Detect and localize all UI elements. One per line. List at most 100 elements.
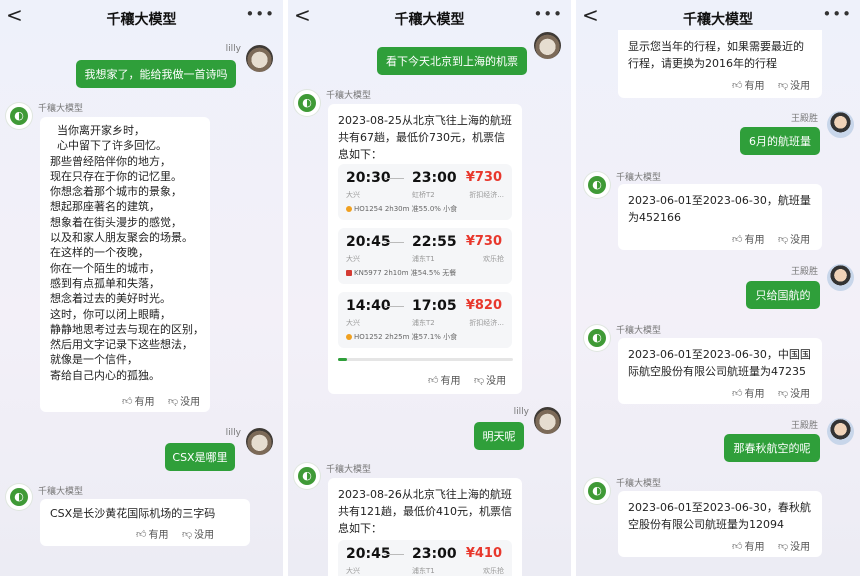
bot-name: 千穰大模型	[326, 465, 372, 475]
bot-message: CSX是长沙黄花国际机场的三字码 👍︎ 有用 👎︎ 没用	[40, 499, 250, 546]
airline-logo-icon	[346, 270, 352, 276]
bot-name: 千穰大模型	[616, 479, 662, 489]
arrival-time: 22:55	[412, 234, 457, 250]
poem-text: 当你离开家乡时， 心中留下了许多回忆。 那些曾经陪伴你的地方， 现在只存在于你的…	[50, 124, 204, 382]
thumb-up-icon: 👍︎	[732, 233, 743, 245]
bot-avatar: ◐	[6, 484, 32, 510]
chat-panel-3: < 千穰大模型 ••• 显示您当年的行程，如果需要最近的行程，请更换为2016年…	[576, 0, 860, 576]
useless-button[interactable]: 👎︎ 没用	[474, 372, 506, 388]
bot-message: 显示您当年的行程，如果需要最近的行程，请更换为2016年的行程 👍︎ 有用 👎︎ 没…	[618, 30, 822, 98]
flight-card[interactable]: 20:45 23:00 大兴 浦东T1 ¥410 欢乐抢	[338, 540, 512, 576]
useful-button[interactable]: 👍︎ 有用	[732, 231, 764, 247]
flight-card[interactable]: 20:45 22:55 大兴 浦东T1 ¥730 欢乐抢 KN5977 2h10…	[338, 228, 512, 284]
useful-button[interactable]: 👍︎ 有用	[732, 385, 764, 401]
useful-button[interactable]: 👍︎ 有用	[428, 372, 460, 388]
page-title: 千穰大模型	[106, 12, 177, 28]
thumb-up-icon: 👍︎	[136, 528, 147, 540]
flight-info: HO1254 2h30m 准55.0% 小食	[346, 204, 457, 214]
arrival-time: 17:05	[412, 298, 457, 314]
chat-panel-1: < 千穰大模型 ••• lilly 我想家了，能给我做一首诗吗 ◐ 千穰大模型 …	[0, 0, 283, 576]
user-avatar	[246, 45, 273, 72]
message-text: 显示您当年的行程，如果需要最近的行程，请更换为2016年的行程	[628, 40, 804, 70]
thumb-down-icon: 👎︎	[778, 79, 789, 91]
useless-button[interactable]: 👎︎ 没用	[778, 538, 810, 554]
price: ¥410	[465, 546, 502, 561]
bot-avatar: ◐	[584, 172, 610, 198]
user-name: 王殿胜	[790, 421, 818, 431]
leaf-logo-icon: ◐	[10, 488, 28, 506]
bot-message: 2023-08-25从北京飞往上海的航班共有67趟，最低价730元，机票信息如下…	[328, 104, 522, 394]
user-name: lilly	[225, 428, 241, 438]
user-name: 王殿胜	[790, 114, 818, 124]
arrival-time: 23:00	[412, 170, 457, 186]
useful-button[interactable]: 👍︎ 有用	[732, 77, 764, 93]
bot-message: 2023-08-26从北京飞往上海的航班共有121趟，最低价410元，机票信息如…	[328, 478, 522, 576]
arrival-airport: 浦东T1	[412, 567, 435, 575]
top-bar: < 千穰大模型 •••	[576, 0, 860, 34]
user-avatar	[827, 418, 854, 445]
thumb-down-icon: 👎︎	[778, 233, 789, 245]
user-name: lilly	[225, 44, 241, 54]
leaf-logo-icon: ◐	[298, 467, 316, 485]
useless-button[interactable]: 👎︎ 没用	[778, 77, 810, 93]
flight-card[interactable]: 20:30 23:00 大兴 虹桥T2 ¥730 折扣经济... HO1254 …	[338, 164, 512, 220]
message-text: 2023-06-01至2023-06-30，春秋航空股份有限公司航班量为1209…	[628, 501, 811, 531]
route-line	[384, 554, 404, 555]
flight-card[interactable]: 14:40 17:05 大兴 浦东T2 ¥820 折扣经济... HO1252 …	[338, 292, 512, 348]
thumb-down-icon: 👎︎	[778, 387, 789, 399]
fare-type: 折扣经济...	[469, 319, 504, 327]
bot-message: 当你离开家乡时， 心中留下了许多回忆。 那些曾经陪伴你的地方， 现在只存在于你的…	[40, 117, 210, 412]
top-bar: < 千穰大模型 •••	[288, 0, 571, 34]
more-icon[interactable]: •••	[533, 5, 563, 23]
top-bar: < 千穰大模型 •••	[0, 0, 283, 34]
message-text: 2023-08-26从北京飞往上海的航班共有121趟，最低价410元，机票信息如…	[338, 488, 512, 535]
thumb-down-icon: 👎︎	[182, 528, 193, 540]
fare-type: 折扣经济...	[469, 191, 504, 199]
thumb-up-icon: 👍︎	[428, 374, 439, 386]
useless-button[interactable]: 👎︎ 没用	[182, 526, 214, 542]
thumb-down-icon: 👎︎	[778, 540, 789, 552]
departure-airport: 大兴	[346, 319, 360, 327]
bot-avatar: ◐	[584, 478, 610, 504]
flight-info: HO1252 2h25m 准57.1% 小食	[346, 332, 457, 342]
leaf-logo-icon: ◐	[588, 482, 606, 500]
airline-logo-icon	[346, 206, 352, 212]
user-message: 我想家了，能给我做一首诗吗	[76, 60, 236, 88]
user-name: 王殿胜	[790, 267, 818, 277]
airline-logo-icon	[346, 334, 352, 340]
departure-airport: 大兴	[346, 191, 360, 199]
fare-type: 欢乐抢	[483, 255, 504, 263]
user-name: lilly	[513, 407, 529, 417]
bot-name: 千穰大模型	[38, 487, 84, 497]
more-icon[interactable]: •••	[822, 5, 852, 23]
bot-name: 千穰大模型	[326, 91, 372, 101]
flight-info: KN5977 2h10m 准54.5% 无餐	[346, 268, 456, 278]
useful-button[interactable]: 👍︎ 有用	[136, 526, 168, 542]
useless-button[interactable]: 👎︎ 没用	[168, 393, 200, 409]
useful-button[interactable]: 👍︎ 有用	[122, 393, 154, 409]
chat-panel-2: < 千穰大模型 ••• 看下今天北京到上海的机票 ◐ 千穰大模型 2023-08…	[288, 0, 571, 576]
user-message: 看下今天北京到上海的机票	[377, 47, 527, 75]
user-avatar	[827, 264, 854, 291]
arrival-time: 23:00	[412, 546, 457, 562]
carousel-indicator	[338, 358, 513, 361]
price: ¥820	[465, 298, 502, 313]
useful-button[interactable]: 👍︎ 有用	[732, 538, 764, 554]
thumb-down-icon: 👎︎	[168, 395, 179, 407]
price: ¥730	[465, 170, 502, 185]
user-avatar	[534, 407, 561, 434]
thumb-up-icon: 👍︎	[732, 540, 743, 552]
bot-message: 2023-06-01至2023-06-30，春秋航空股份有限公司航班量为1209…	[618, 491, 822, 557]
useless-button[interactable]: 👎︎ 没用	[778, 385, 810, 401]
route-line	[384, 306, 404, 307]
leaf-logo-icon: ◐	[298, 94, 316, 112]
thumb-up-icon: 👍︎	[732, 79, 743, 91]
more-icon[interactable]: •••	[245, 5, 275, 23]
user-avatar	[246, 428, 273, 455]
message-text: 2023-06-01至2023-06-30，航班量为452166	[628, 194, 811, 224]
user-avatar	[534, 32, 561, 59]
bot-avatar: ◐	[294, 463, 320, 489]
bot-name: 千穰大模型	[38, 104, 84, 114]
useless-button[interactable]: 👎︎ 没用	[778, 231, 810, 247]
user-message: 明天呢	[474, 422, 524, 450]
